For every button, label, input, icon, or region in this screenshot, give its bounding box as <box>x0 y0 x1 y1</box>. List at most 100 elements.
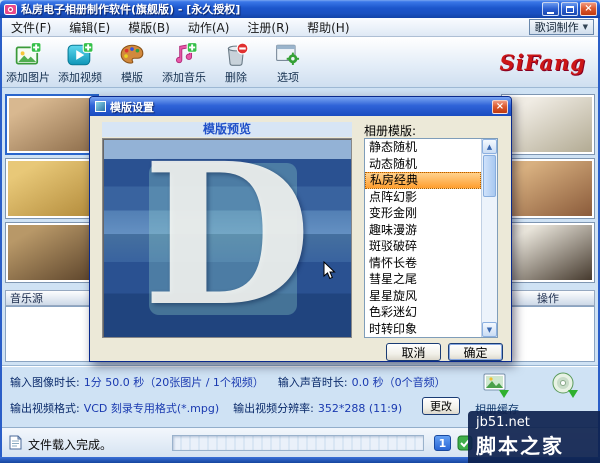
indicator-badge[interactable]: 1 <box>434 435 451 451</box>
resolution-value: 352*288 (11:9) <box>317 401 403 415</box>
toolbar-button-label: 选项 <box>277 70 299 84</box>
menu-item[interactable]: 模版(B) <box>119 18 179 36</box>
toolbar-button-label: 添加音乐 <box>162 70 206 84</box>
menu-item[interactable]: 文件(F) <box>2 18 60 36</box>
watermark-site: jb51.net <box>476 415 530 430</box>
menu-item[interactable]: 帮助(H) <box>298 18 358 36</box>
dialog-body: 模版预览 D 相册模版: 静态随机 动态随机 私房经典 点阵幻影 变形金刚 趣味漫游 斑驳破… <box>90 116 511 361</box>
toolbar-button-label: 添加视频 <box>58 70 102 84</box>
video-format-value: VCD 刻录专用格式(*.mpg) <box>83 402 220 415</box>
album-cache-icon <box>482 370 512 400</box>
template-list-item[interactable]: 斑驳破碎 <box>365 238 481 255</box>
lyrics-maker-label: 歌词制作 <box>534 21 579 34</box>
template-list-scrollbar[interactable]: ▲ ▼ <box>481 139 497 337</box>
image-duration-value: 1分 50.0 秒（20张图片 / 1个视频） <box>83 376 264 389</box>
app-window: 私房电子相册制作软件(旗舰版) - [永久授权] × 文件(F) 编辑(E) 模版(… <box>0 0 600 463</box>
add-video-icon <box>67 41 93 68</box>
delete-icon <box>223 42 249 68</box>
template-list-items: 静态随机 动态随机 私房经典 点阵幻影 变形金刚 趣味漫游 斑驳破碎 情怀长卷 彗星之尾 星星旋风… <box>365 139 481 337</box>
lyrics-maker-dropdown[interactable]: 歌词制作 ▼ <box>528 19 594 35</box>
progress-bar <box>172 435 424 451</box>
toolbar-button[interactable]: 模版 <box>106 37 158 87</box>
close-button[interactable]: × <box>580 2 597 16</box>
toolbar-button[interactable]: 添加图片 <box>2 37 54 87</box>
preview-letter: D <box>142 138 312 338</box>
sifang-logo: SiFang <box>499 49 586 75</box>
template-list-item[interactable]: 色彩迷幻 <box>365 304 481 321</box>
scrollbar-thumb[interactable] <box>483 155 496 197</box>
template-list-item[interactable]: 时转印象 <box>365 321 481 338</box>
change-button[interactable]: 更改 <box>422 397 460 415</box>
template-list: 静态随机 动态随机 私房经典 点阵幻影 变形金刚 趣味漫游 斑驳破碎 情怀长卷 彗星之尾 星星旋风… <box>364 138 498 338</box>
watermark: jb51.net 脚本之家 <box>468 411 600 463</box>
template-list-item[interactable]: 情怀长卷 <box>365 255 481 272</box>
input-duration-row: 输入图像时长: 1分 50.0 秒（20张图片 / 1个视频） 输入声音时长: … <box>10 374 460 390</box>
album-cache-button[interactable]: 相册缓存 <box>464 370 530 417</box>
toolbar-button-label: 添加图片 <box>6 70 50 84</box>
dialog-title-bar: 模版设置 × <box>90 97 511 116</box>
toolbar-button[interactable]: 选项 <box>262 37 314 87</box>
menu-item[interactable]: 动作(A) <box>179 18 239 36</box>
photo-thumbnail[interactable] <box>5 222 99 283</box>
scroll-up-arrow[interactable]: ▲ <box>482 139 497 154</box>
toolbar: 添加图片 添加视频 模版 添加音乐 删除 选项 SiFang <box>2 37 598 88</box>
sound-duration-value: 0.0 秒（0个音频） <box>351 376 446 389</box>
template-list-item[interactable]: 星星旋风 <box>365 288 481 305</box>
menu-item[interactable]: 编辑(E) <box>60 18 119 36</box>
music-source-header[interactable]: 音乐源 <box>5 290 99 306</box>
menu-bar: 文件(F) 编辑(E) 模版(B) 动作(A) 注册(R) 帮助(H) 歌词制作 ▼ <box>2 18 598 37</box>
add-image-icon <box>15 41 41 68</box>
title-bar: 私房电子相册制作软件(旗舰版) - [永久授权] × <box>0 0 600 18</box>
toolbar-buttons: 添加图片 添加视频 模版 添加音乐 删除 选项 <box>2 37 314 87</box>
window-left-border <box>0 18 2 457</box>
template-settings-dialog: 模版设置 × 模版预览 D 相册模版: 静态随机 动态随机 私房经典 点阵幻影 变形金刚… <box>89 96 512 362</box>
toolbar-button[interactable]: 添加视频 <box>54 37 106 87</box>
template-preview: D <box>102 138 352 338</box>
toolbar-button[interactable]: 添加音乐 <box>158 37 210 87</box>
music-source-list[interactable] <box>5 306 99 362</box>
template-list-item[interactable]: 变形金刚 <box>365 205 481 222</box>
toolbar-button-label: 模版 <box>121 70 143 84</box>
photo-list-right <box>501 94 595 283</box>
template-list-item[interactable]: 彗星之尾 <box>365 271 481 288</box>
template-list-item[interactable]: 动态随机 <box>365 156 481 173</box>
template-list-label: 相册模版: <box>364 124 417 138</box>
template-list-item[interactable]: 静态随机 <box>365 139 481 156</box>
action-header[interactable]: 操作 <box>501 290 595 306</box>
dialog-close-button[interactable]: × <box>492 99 508 114</box>
scroll-down-arrow[interactable]: ▼ <box>482 322 497 337</box>
burn-disc-icon <box>550 370 580 400</box>
minimize-button[interactable] <box>542 2 559 16</box>
chevron-down-icon: ▼ <box>582 23 588 31</box>
maximize-button[interactable] <box>561 2 578 16</box>
add-music-icon <box>171 41 197 68</box>
video-format-label: 输出视频格式: <box>10 402 80 415</box>
cancel-button[interactable]: 取消 <box>386 343 441 361</box>
action-list[interactable] <box>501 306 595 362</box>
ok-button[interactable]: 确定 <box>448 343 503 361</box>
template-list-item[interactable]: 点阵幻影 <box>365 189 481 206</box>
output-format-row: 输出视频格式: VCD 刻录专用格式(*.mpg) 输出视频分辨率: 352*2… <box>10 400 416 416</box>
window-title: 私房电子相册制作软件(旗舰版) - [永久授权] <box>21 3 241 16</box>
photo-thumbnail[interactable] <box>501 94 595 155</box>
toolbar-button[interactable]: 删除 <box>210 37 262 87</box>
menu-item[interactable]: 注册(R) <box>238 18 298 36</box>
burn-button[interactable] <box>532 370 598 400</box>
photo-list-left <box>5 94 99 283</box>
photo-thumbnail[interactable] <box>501 158 595 219</box>
template-icon <box>119 42 145 68</box>
app-icon <box>4 3 17 16</box>
status-message: 文件载入完成。 <box>28 438 113 452</box>
sound-duration-label: 输入声音时长: <box>277 376 348 389</box>
dialog-icon <box>95 101 106 112</box>
window-controls: × <box>542 2 597 16</box>
photo-thumbnail[interactable] <box>501 222 595 283</box>
photo-thumbnail[interactable] <box>5 158 99 219</box>
menu-items: 文件(F) 编辑(E) 模版(B) 动作(A) 注册(R) 帮助(H) <box>2 18 359 36</box>
dialog-title: 模版设置 <box>110 100 154 114</box>
image-duration-label: 输入图像时长: <box>10 376 80 389</box>
photo-thumbnail[interactable] <box>5 94 99 155</box>
template-list-item[interactable]: 私房经典 <box>365 172 481 189</box>
template-list-item[interactable]: 趣味漫游 <box>365 222 481 239</box>
options-icon <box>275 42 301 68</box>
